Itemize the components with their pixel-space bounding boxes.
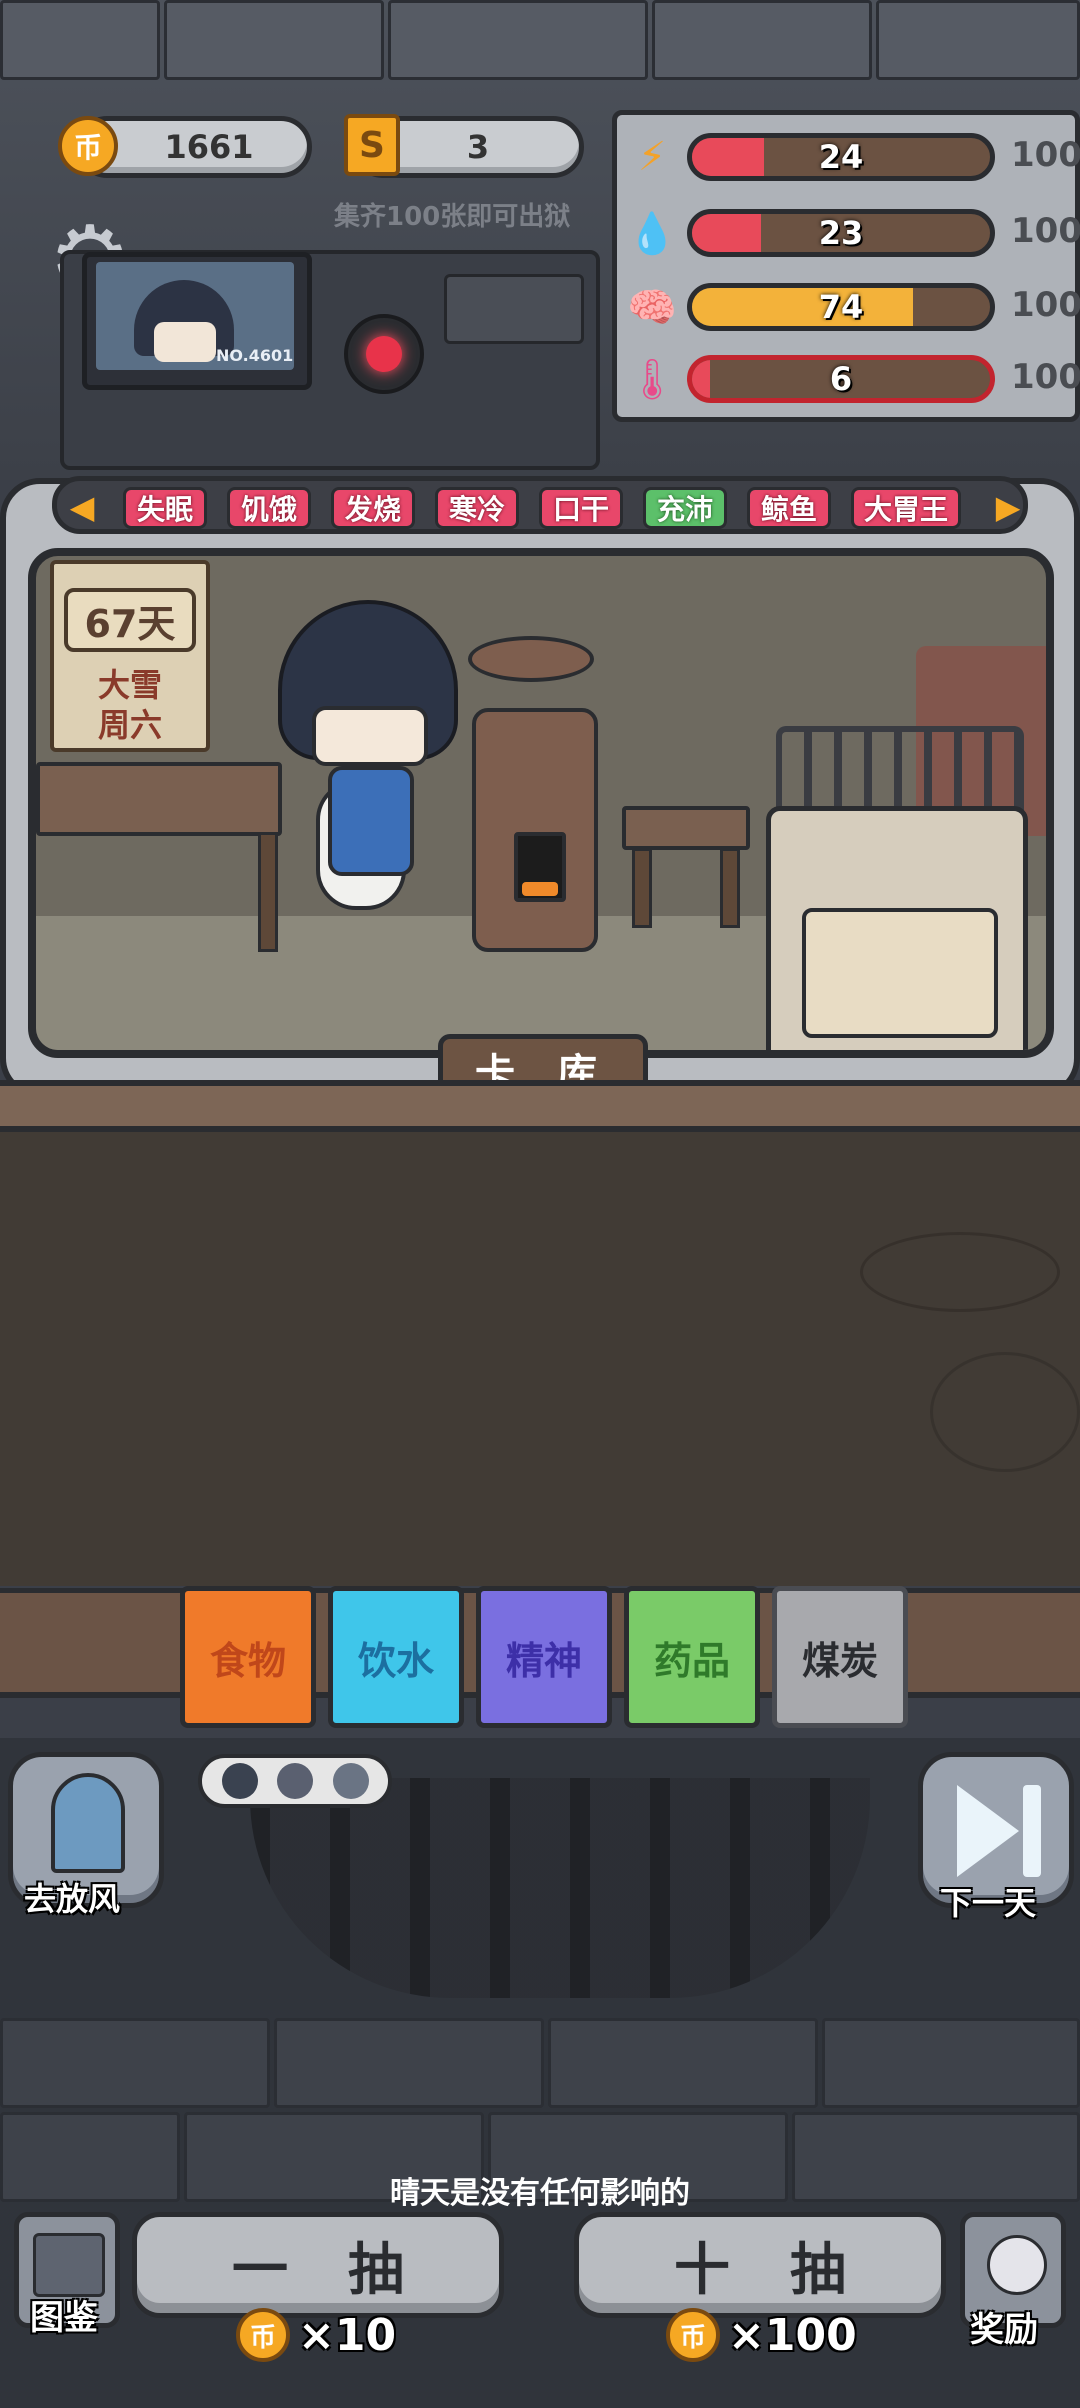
wooden-table <box>36 762 282 836</box>
stool-leg <box>632 848 652 928</box>
thermometer-icon: 🌡 <box>626 356 678 403</box>
draw-ten-button[interactable]: 十抽 <box>574 2212 946 2318</box>
status-tags-bar: ◀ 失眠 饥饿 发烧 寒冷 口干 充沛 鲸鱼 大胃王 ▶ <box>52 476 1028 534</box>
category-food-card[interactable]: 食物 <box>180 1586 316 1728</box>
category-coal-card[interactable]: 煤炭 <box>772 1586 908 1728</box>
mouse-icon <box>987 2235 1047 2295</box>
stats-panel: ⚡ 24 100 💧 23 100 🧠 74 100 🌡 6 100 <box>612 110 1080 422</box>
status-tag-whale[interactable]: 鲸鱼 <box>747 487 831 529</box>
guard-avatar-icon <box>221 1763 258 1799</box>
brain-icon: 🧠 <box>627 284 677 331</box>
wall-calendar: 67天 大雪 周六 <box>50 560 210 752</box>
category-water-card[interactable]: 饮水 <box>328 1586 464 1728</box>
book-icon <box>33 2233 105 2297</box>
stat-energy: ⚡ 24 100 <box>617 125 1080 185</box>
status-tag-insomnia[interactable]: 失眠 <box>123 487 207 529</box>
stat-temperature: 🌡 6 100 <box>617 347 1080 407</box>
coal-stove[interactable] <box>472 708 598 952</box>
door-icon <box>51 1773 125 1873</box>
bed-blanket <box>802 908 998 1038</box>
coin-glyph: 币 <box>249 2322 276 2353</box>
stat-water: 💧 23 100 <box>617 201 1080 261</box>
coin-icon: 币 <box>666 2308 720 2362</box>
temperature-max: 100 <box>1011 357 1080 397</box>
next-day-label: 下一天 <box>940 1884 1037 1922</box>
inmate-avatar-icon <box>332 1763 369 1799</box>
water-drop-icon: 💧 <box>627 210 677 257</box>
prisoner-portrait: NO.4601 <box>96 262 294 370</box>
status-tag-hunger[interactable]: 饥饿 <box>227 487 311 529</box>
status-tag-big-eater[interactable]: 大胃王 <box>851 487 961 529</box>
mind-value: 74 <box>818 288 864 326</box>
coin-icon: 币 <box>236 2308 290 2362</box>
sewer-grate <box>250 1778 870 1998</box>
water-max: 100 <box>1011 211 1080 251</box>
coin-count: 1661 <box>164 128 254 166</box>
prison-cell: 67天 大雪 周六 <box>28 548 1054 1058</box>
thought-bubble <box>198 1754 392 1808</box>
weekday-label: 周六 <box>97 706 162 744</box>
shard-count: 3 <box>466 128 490 166</box>
draw-one-button[interactable]: 一抽 <box>132 2212 504 2318</box>
status-tag-cold[interactable]: 寒冷 <box>435 487 519 529</box>
water-value: 23 <box>818 214 864 252</box>
handbook-label: 图鉴 <box>30 2298 98 2338</box>
status-tag-fever[interactable]: 发烧 <box>331 487 415 529</box>
temperature-bar: 6 <box>687 355 995 403</box>
skip-forward-icon <box>957 1785 1019 1877</box>
prisoner-uniform <box>328 766 414 876</box>
coin-icon: 币 <box>58 116 118 176</box>
stove-lid <box>468 636 594 682</box>
energy-value: 24 <box>818 138 864 176</box>
shard-hint: 集齐100张即可出狱 <box>334 202 571 232</box>
energy-icon: ⚡ <box>637 134 667 180</box>
day-counter: 67天 <box>64 588 196 652</box>
weather-hint: 晴天是没有任何影响的 <box>390 2176 690 2211</box>
draw-ten-cost-value: ×100 <box>728 2309 857 2361</box>
energy-bar: 24 <box>687 133 995 181</box>
coin-glyph: 币 <box>679 2322 706 2353</box>
draw-one-cost-value: ×10 <box>298 2309 397 2361</box>
reward-label: 奖励 <box>970 2310 1038 2350</box>
stool-leg <box>720 848 740 928</box>
status-tag-energetic[interactable]: 充沛 <box>643 487 727 529</box>
category-medicine-card[interactable]: 药品 <box>624 1586 760 1728</box>
status-tag-thirst[interactable]: 口干 <box>539 487 623 529</box>
temperature-value: 6 <box>829 360 853 398</box>
mind-bar: 74 <box>687 283 995 331</box>
go-out-label: 去放风 <box>24 1880 121 1918</box>
coin-glyph: 币 <box>73 131 102 164</box>
card-table <box>0 1126 1080 1586</box>
skip-bar-icon <box>1023 1785 1041 1877</box>
water-bar: 23 <box>687 209 995 257</box>
mind-max: 100 <box>1011 285 1080 325</box>
shard-glyph: S <box>359 124 385 166</box>
table-leg <box>258 832 278 952</box>
category-spirit-card[interactable]: 精神 <box>476 1586 612 1728</box>
stat-mind: 🧠 74 100 <box>617 275 1080 335</box>
draw-ten-cost: 币 ×100 <box>666 2306 857 2364</box>
tags-next-arrow-icon[interactable]: ▶ <box>991 489 1025 525</box>
tags-prev-arrow-icon[interactable]: ◀ <box>65 489 99 525</box>
inmate-avatar-icon <box>277 1763 313 1799</box>
draw-one-cost: 币 ×10 <box>236 2306 396 2364</box>
prisoner-id: NO.4601 <box>216 346 294 365</box>
stool <box>622 806 750 850</box>
shard-icon: S <box>344 114 400 176</box>
energy-max: 100 <box>1011 135 1080 175</box>
prisoner-face <box>312 706 428 766</box>
